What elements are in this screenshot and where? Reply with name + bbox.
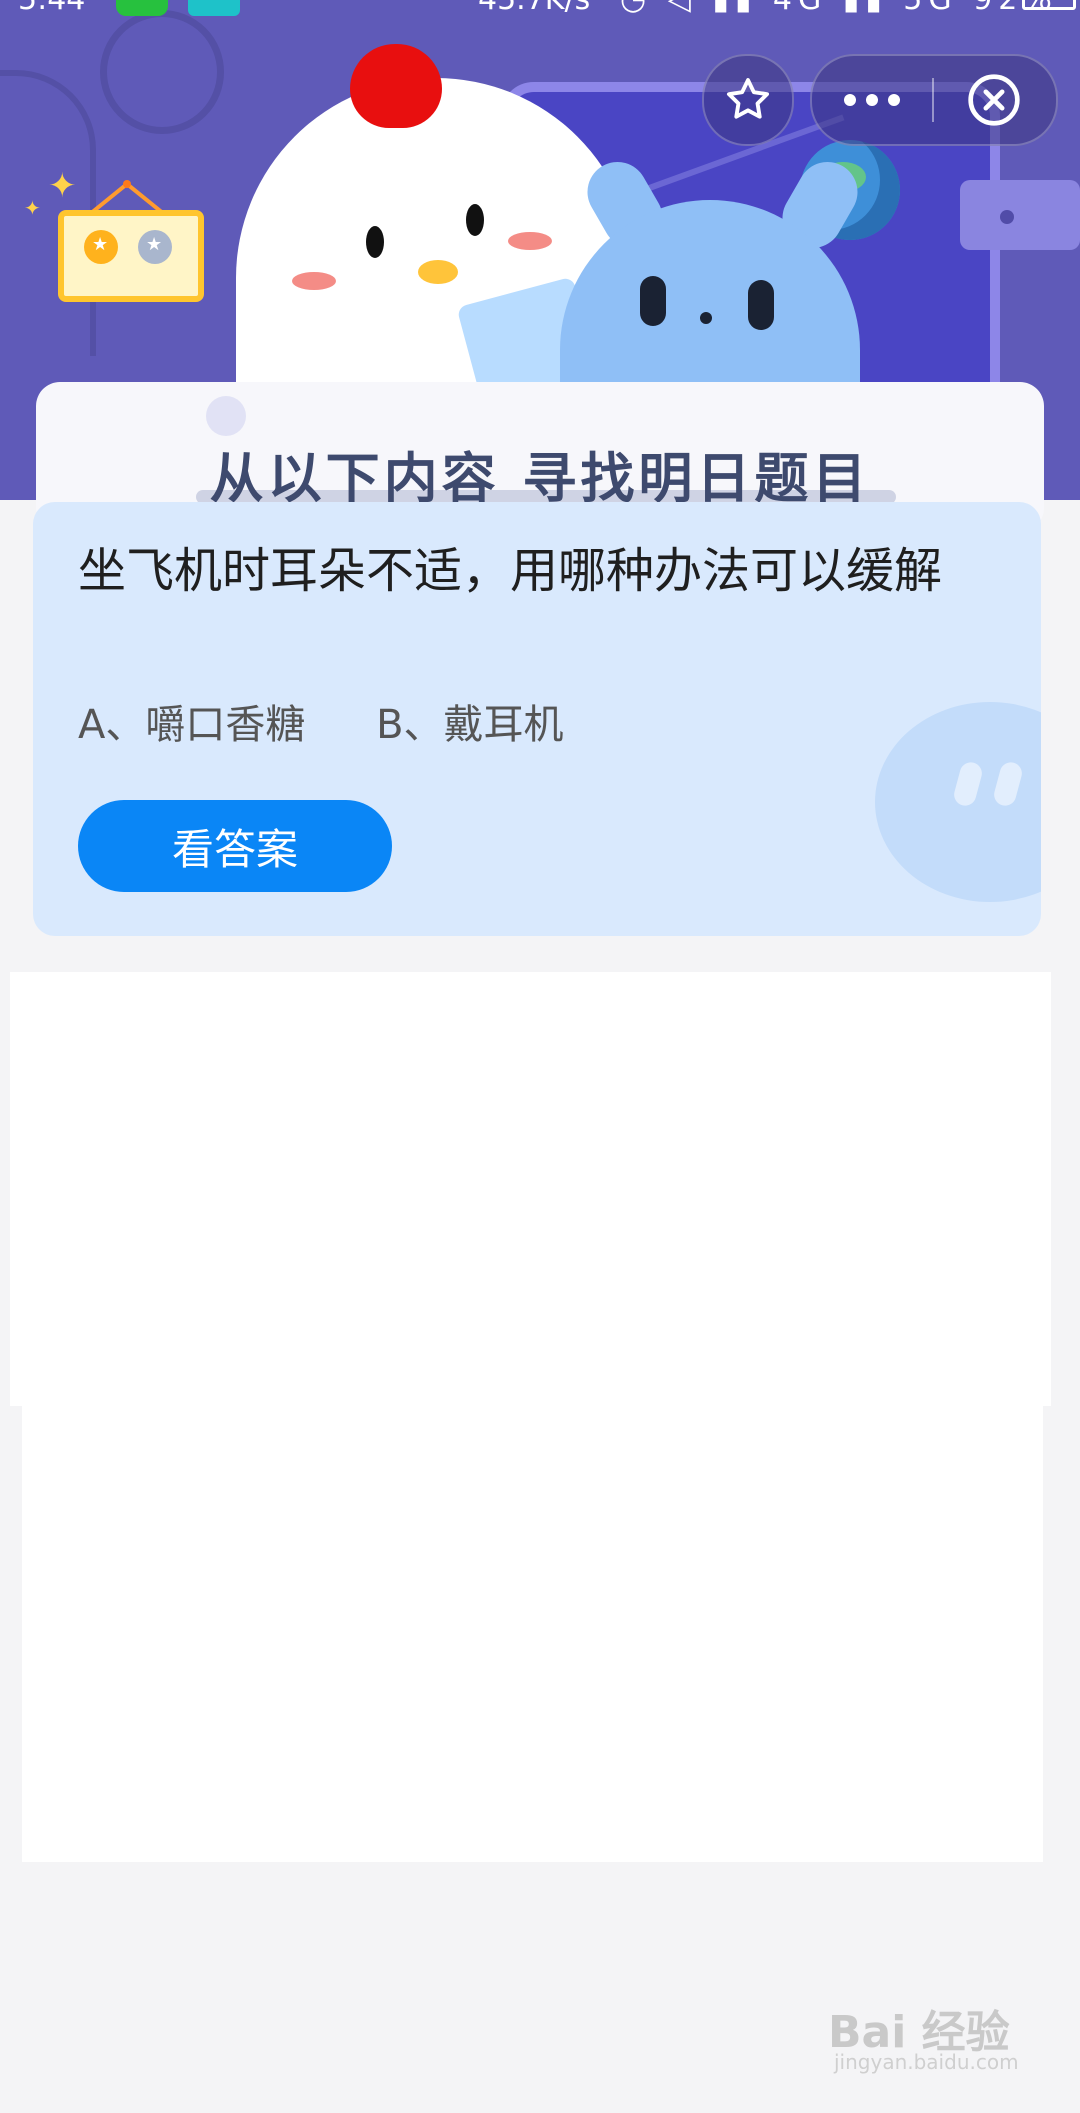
close-circle-icon <box>968 74 1020 126</box>
more-button[interactable] <box>812 56 932 144</box>
battery-icon <box>1022 0 1076 10</box>
content-panel <box>22 1406 1043 1862</box>
side-dot <box>1000 210 1014 224</box>
chicken-beak <box>418 260 458 284</box>
chat-bubble-icon <box>875 702 1041 902</box>
alien-nose <box>700 312 712 324</box>
sparkle-icon: ✦ <box>24 196 41 220</box>
wechat-notification-icon <box>116 0 168 16</box>
silver-medal-icon <box>138 230 172 264</box>
question-card: 坐飞机时耳朵不适，用哪种办法可以缓解 A、嚼口香糖 B、戴耳机 看答案 <box>33 502 1041 936</box>
app-notification-icon <box>188 0 240 16</box>
alien-eye <box>640 276 666 326</box>
close-button[interactable] <box>934 56 1054 144</box>
sparkle-icon: ✦ <box>48 166 77 206</box>
chicken-blush <box>508 232 552 250</box>
watermark-url: jingyan.baidu.com <box>834 2050 1019 2074</box>
more-dots-icon <box>844 94 900 106</box>
alien-eye <box>748 280 774 330</box>
side-plate-illustration <box>960 180 1080 250</box>
decorative-circle <box>100 10 224 134</box>
star-icon <box>726 78 770 119</box>
chicken-comb <box>350 44 442 128</box>
view-answer-button[interactable]: 看答案 <box>78 800 392 892</box>
mini-program-capsule <box>810 54 1058 146</box>
option-a: A、嚼口香糖 <box>78 702 306 748</box>
status-icons: ◔ ◁ ▮▮ 4G ▮▮ 5G 92% <box>620 0 1058 15</box>
medal-frame <box>58 210 204 302</box>
status-time: 5:44 <box>18 0 85 15</box>
option-b: B、戴耳机 <box>376 702 564 748</box>
banner-dot <box>206 396 246 436</box>
favorite-button[interactable] <box>702 54 794 146</box>
network-speed: 45.7K/s <box>478 0 590 15</box>
options: A、嚼口香糖 B、戴耳机 <box>78 692 622 750</box>
chicken-blush <box>292 272 336 290</box>
gold-medal-icon <box>84 230 118 264</box>
question-text: 坐飞机时耳朵不适，用哪种办法可以缓解 <box>78 543 943 599</box>
status-bar: 5:44 45.7K/s ◔ ◁ ▮▮ 4G ▮▮ 5G 92% <box>0 0 1080 24</box>
chicken-eye <box>366 226 384 258</box>
content-panel <box>10 972 1051 1406</box>
chicken-eye <box>466 204 484 236</box>
